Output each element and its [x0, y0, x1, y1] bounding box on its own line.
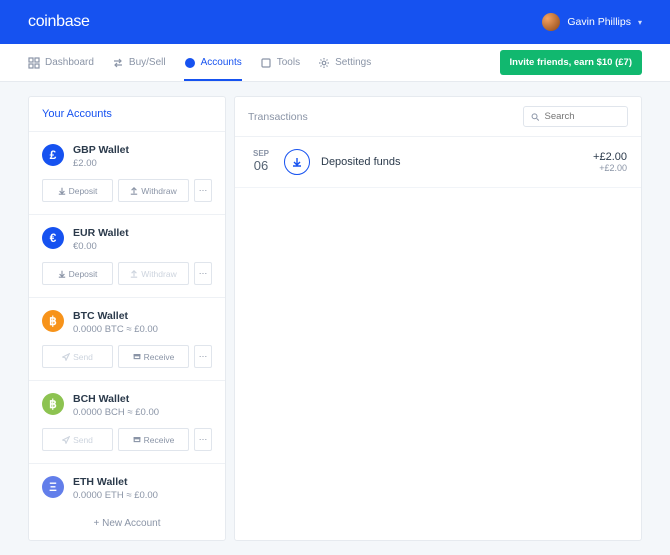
account-row[interactable]: ฿ BTC Wallet 0.0000 BTC ≈ £0.00 SendReceive…	[29, 298, 225, 381]
transactions-list: SEP06 Deposited funds +£2.00+£2.00	[235, 137, 641, 540]
account-balance: 0.0000 ETH ≈ £0.00	[73, 490, 212, 501]
account-more-button[interactable]: ⋯	[194, 428, 212, 451]
transaction-row[interactable]: SEP06 Deposited funds +£2.00+£2.00	[235, 137, 641, 188]
search-icon	[531, 112, 539, 122]
account-action-secondary[interactable]: Withdraw	[118, 179, 189, 202]
currency-icon: €	[42, 227, 64, 249]
nav-buysell[interactable]: Buy/Sell	[112, 44, 166, 81]
search-box[interactable]	[523, 106, 628, 127]
top-bar: coinbase Gavin Phillips ▾	[0, 0, 670, 44]
account-action-primary[interactable]: Send	[42, 345, 113, 368]
invite-button[interactable]: Invite friends, earn $10 (£7)	[500, 50, 643, 75]
nav-accounts[interactable]: Accounts	[184, 44, 242, 81]
account-row[interactable]: £ GBP Wallet £2.00 DepositWithdraw⋯	[29, 132, 225, 215]
gear-icon	[318, 57, 330, 69]
nav-settings[interactable]: Settings	[318, 44, 371, 81]
currency-icon: £	[42, 144, 64, 166]
account-balance: 0.0000 BCH ≈ £0.00	[73, 407, 212, 418]
transactions-header: Transactions	[235, 97, 641, 137]
page-body: Your Accounts £GBP Wallet£2.00DepositWit…	[0, 82, 670, 555]
account-action-secondary[interactable]: Receive	[118, 345, 189, 368]
transactions-card: Transactions SEP06 Deposited funds +£2.00+…	[234, 96, 642, 541]
account-row[interactable]: ΞETH Wallet0.0000 ETH ≈ £0.00SendReceive…	[29, 464, 225, 507]
nav-label: Buy/Sell	[129, 57, 166, 68]
pie-icon	[184, 57, 196, 69]
nav-label: Dashboard	[45, 57, 94, 68]
account-name: ETH Wallet	[73, 476, 212, 488]
search-input[interactable]	[544, 111, 620, 122]
nav-label: Tools	[277, 57, 300, 68]
account-more-button[interactable]: ⋯	[194, 179, 212, 202]
new-account-button[interactable]: + New Account	[29, 507, 225, 540]
account-row[interactable]: ฿ BCH Wallet 0.0000 BCH ≈ £0.00 SendReceive…	[29, 381, 225, 464]
account-balance: 0.0000 BTC ≈ £0.00	[73, 324, 212, 335]
nav-tools[interactable]: Tools	[260, 44, 300, 81]
account-name: BCH Wallet	[73, 393, 212, 405]
user-menu[interactable]: Gavin Phillips ▾	[542, 13, 642, 31]
dashboard-icon	[28, 57, 40, 69]
account-balance: €0.00	[73, 241, 212, 252]
avatar	[542, 13, 560, 31]
chevron-down-icon: ▾	[638, 18, 642, 27]
user-name: Gavin Phillips	[567, 16, 631, 28]
accounts-title: Your Accounts	[29, 97, 225, 132]
nav-dashboard[interactable]: Dashboard	[28, 44, 94, 81]
account-action-primary[interactable]: Send	[42, 428, 113, 451]
account-action-primary[interactable]: Deposit	[42, 262, 113, 285]
nav-label: Settings	[335, 57, 371, 68]
nav-label: Accounts	[201, 57, 242, 68]
accounts-card: Your Accounts £GBP Wallet£2.00DepositWit…	[28, 96, 226, 541]
nav-bar: Dashboard Buy/Sell Accounts Tools Settin…	[0, 44, 670, 82]
nav-items: Dashboard Buy/Sell Accounts Tools Settin…	[28, 44, 371, 81]
deposit-icon	[284, 149, 310, 175]
account-more-button[interactable]: ⋯	[194, 262, 212, 285]
currency-icon: ฿	[42, 393, 64, 415]
account-name: EUR Wallet	[73, 227, 212, 239]
account-name: BTC Wallet	[73, 310, 212, 322]
transaction-description: Deposited funds	[321, 156, 582, 168]
account-action-secondary[interactable]: Receive	[118, 428, 189, 451]
account-row[interactable]: € EUR Wallet €0.00 DepositWithdraw⋯	[29, 215, 225, 298]
currency-icon: Ξ	[42, 476, 64, 498]
account-action-primary[interactable]: Deposit	[42, 179, 113, 202]
transactions-title: Transactions	[248, 111, 308, 123]
transaction-date: SEP06	[249, 150, 273, 173]
transaction-amount: +£2.00+£2.00	[593, 151, 627, 173]
exchange-icon	[112, 57, 124, 69]
tools-icon	[260, 57, 272, 69]
account-more-button[interactable]: ⋯	[194, 345, 212, 368]
account-balance: £2.00	[73, 158, 212, 169]
accounts-list[interactable]: £GBP Wallet£2.00DepositWithdraw⋯€EUR Wal…	[29, 132, 225, 507]
account-action-secondary[interactable]: Withdraw	[118, 262, 189, 285]
currency-icon: ฿	[42, 310, 64, 332]
account-name: GBP Wallet	[73, 144, 212, 156]
brand-logo[interactable]: coinbase	[28, 13, 90, 31]
